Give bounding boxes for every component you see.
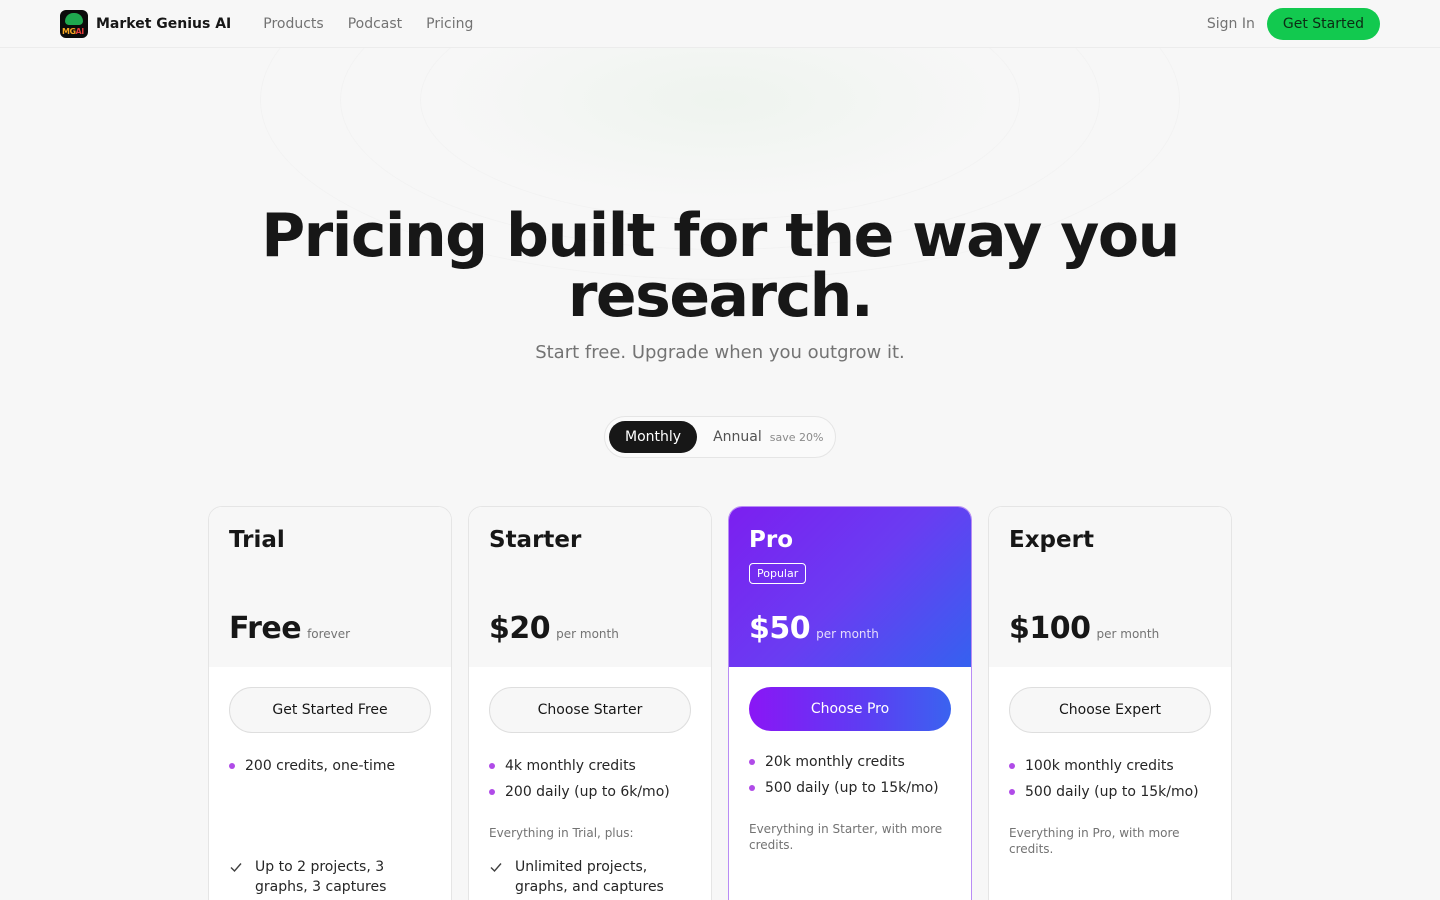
check-icon [230,863,242,873]
nav-links: Products Podcast Pricing [263,16,473,32]
list-item: 200 daily (up to 6k/mo) [489,779,691,805]
choose-expert-button[interactable]: Choose Expert [1009,687,1211,733]
plan-price: $20 [489,611,551,646]
brand-logo-icon: MGAI [60,9,88,38]
bullet-icon [1009,789,1015,795]
page-title: Pricing built for the way you research. [261,201,1180,331]
popular-badge: Popular [749,563,807,584]
billing-option-annual[interactable]: Annual save 20% [713,429,823,445]
plan-period: per month [556,627,619,641]
plan-card-starter: Starter $20 per month Choose Starter 4k … [468,506,712,900]
plan-price: Free [229,611,302,646]
nav-link-podcast[interactable]: Podcast [348,16,402,32]
choose-pro-button[interactable]: Choose Pro [749,687,951,731]
get-started-button[interactable]: Get Started [1266,7,1380,40]
brand[interactable]: MGAI Market Genius AI [60,9,232,38]
plan-period: per month [1096,627,1160,641]
sign-in-link[interactable]: Sign In [1207,16,1255,32]
choose-starter-button[interactable]: Choose Starter [489,687,691,733]
plan-name: Expert [1009,527,1094,553]
list-item: 4k monthly credits [489,753,691,779]
plan-name: Pro [749,527,794,553]
bullet-icon [229,763,235,769]
bullet-icon [489,789,495,795]
plan-card-trial: Trial Free forever Get Started Free 200 … [208,506,452,900]
plan-inherits-note: Everything in Starter, with more credits… [749,822,943,852]
nav-link-products[interactable]: Products [263,16,323,32]
list-item: 20k monthly credits [749,749,951,775]
feature-item: Unlimited projects, graphs, and captures [489,857,691,897]
plan-price: $100 [1009,611,1091,646]
list-item: 100k monthly credits [1009,753,1211,779]
nav-link-pricing[interactable]: Pricing [426,16,473,32]
plan-name: Trial [229,527,285,553]
pricing-cards: Trial Free forever Get Started Free 200 … [208,506,1232,900]
plan-inherits-note: Everything in Pro, with more credits. [1009,826,1180,856]
plan-card-expert: Expert $100 per month Choose Expert 100k… [988,506,1232,900]
top-nav: MGAI Market Genius AI Products Podcast P… [0,0,1440,48]
plan-card-pro: Pro Popular $50 per month Choose Pro 20k… [728,506,972,900]
billing-toggle: Monthly Annual save 20% [604,416,836,458]
bullet-icon [489,763,495,769]
billing-option-monthly[interactable]: Monthly [609,421,698,453]
billing-option-annual-label: Annual [713,429,762,445]
get-started-free-button[interactable]: Get Started Free [229,687,431,733]
plan-inherits-note: Everything in Trial, plus: [489,826,634,840]
check-icon [490,863,502,873]
list-item: 500 daily (up to 15k/mo) [1009,779,1211,805]
plan-period: per month [816,627,879,641]
brand-name: Market Genius AI [96,15,232,32]
bullet-icon [749,785,755,791]
annual-savings-note: save 20% [769,430,824,444]
feature-item: Up to 2 projects, 3 graphs, 3 captures [229,857,431,897]
plan-price: $50 [749,611,811,646]
list-item: 200 credits, one-time [229,753,431,779]
plan-period: forever [307,627,351,641]
list-item: 500 daily (up to 15k/mo) [749,775,951,801]
bullet-icon [749,759,755,765]
plan-name: Starter [489,527,582,553]
page-subtitle: Start free. Upgrade when you outgrow it. [535,342,905,363]
bullet-icon [1009,763,1015,769]
